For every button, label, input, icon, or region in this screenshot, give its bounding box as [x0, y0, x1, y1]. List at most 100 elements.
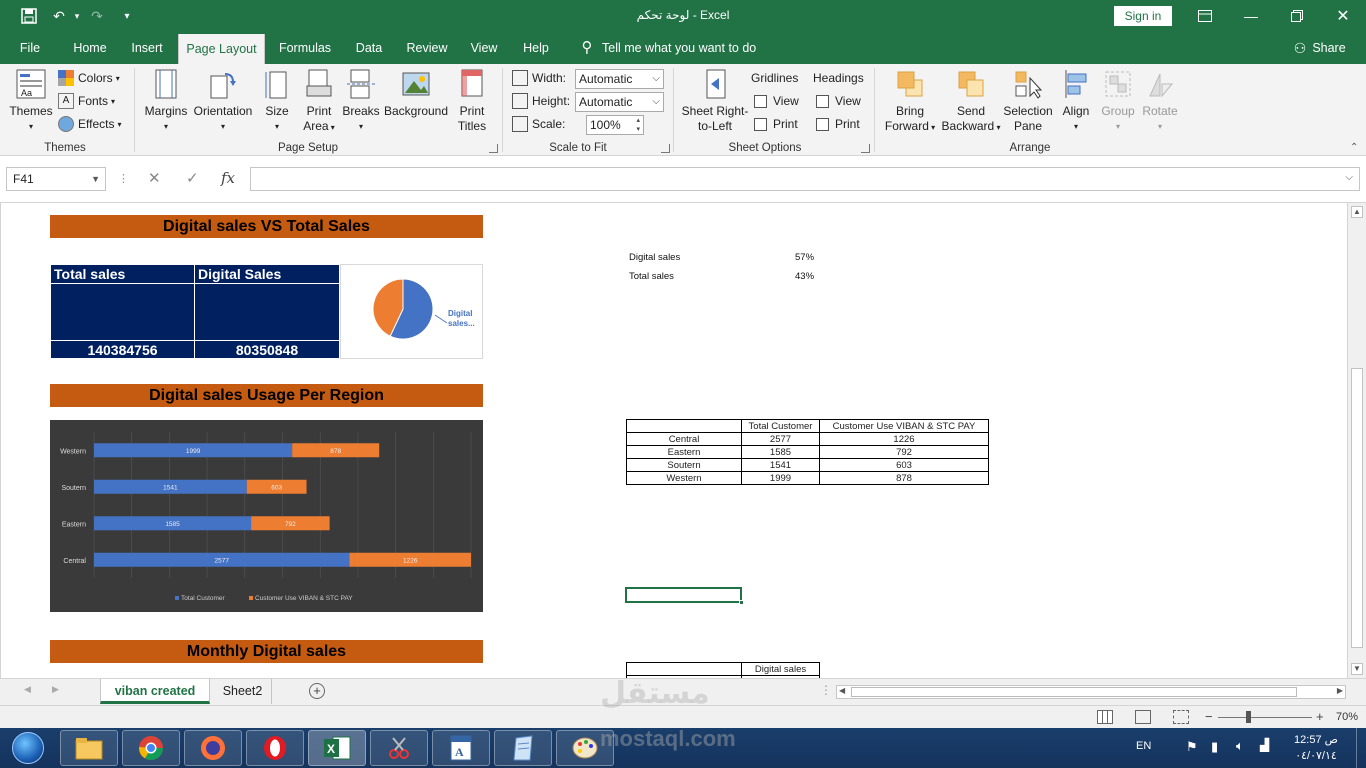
tab-file[interactable]: File	[8, 32, 52, 64]
clock-time[interactable]: 12:57 ص	[1290, 733, 1342, 746]
tab-help[interactable]: Help	[514, 32, 558, 64]
headings-print-checkbox[interactable]: Print	[816, 115, 860, 133]
width-dropdown[interactable]: Automatic ⌵	[575, 69, 664, 89]
table-cell[interactable]: 1999	[741, 471, 820, 485]
sheet-tab-viban-created[interactable]: viban created	[100, 679, 210, 704]
legend-label[interactable]: Total Customer	[181, 595, 226, 602]
taskbar-excel[interactable]: X	[308, 730, 366, 766]
sheet-tab-sheet2[interactable]: Sheet2	[214, 679, 272, 704]
input-language[interactable]: EN	[1136, 740, 1151, 752]
spinner-arrows-icon[interactable]: ▴ ▾	[636, 116, 640, 134]
gridlines-view-checkbox[interactable]: View	[754, 92, 799, 110]
tab-insert[interactable]: Insert	[124, 32, 170, 64]
table-cell[interactable]: 792	[819, 445, 989, 459]
scroll-down-icon[interactable]: ▼	[1351, 663, 1363, 675]
cancel-icon[interactable]: ✕	[148, 169, 161, 187]
tab-formulas[interactable]: Formulas	[272, 32, 338, 64]
prev-sheet-icon[interactable]: ◀	[24, 684, 31, 695]
group-button[interactable]: Group ▾	[1098, 68, 1138, 134]
share-button[interactable]: Share	[1310, 32, 1348, 64]
align-button[interactable]: Align ▾	[1058, 68, 1094, 134]
show-desktop-button[interactable]	[1356, 728, 1366, 768]
vertical-scrollbar[interactable]: ▲ ▼	[1347, 203, 1366, 678]
table-header-cell[interactable]	[626, 419, 742, 433]
normal-view-icon[interactable]	[1097, 710, 1113, 724]
zoom-level[interactable]: 70%	[1336, 711, 1358, 723]
selection-pane-button[interactable]: Selection Pane	[1002, 68, 1054, 134]
headings-view-checkbox[interactable]: View	[816, 92, 861, 110]
chevron-down-icon[interactable]: ▼	[91, 168, 100, 190]
scroll-up-icon[interactable]: ▲	[1351, 206, 1363, 218]
worksheet[interactable]: Digital sales VS Total Sales Total sales…	[0, 203, 1347, 678]
table-cell[interactable]: Central	[626, 432, 742, 446]
taskbar-snipping-tool[interactable]	[370, 730, 428, 766]
zoom-slider-thumb[interactable]	[1246, 711, 1251, 723]
next-sheet-icon[interactable]: ▶	[52, 684, 59, 695]
volume-icon[interactable]: 🔈︎	[1236, 738, 1244, 754]
add-sheet-icon[interactable]: +	[309, 683, 325, 699]
selected-cell[interactable]	[625, 587, 744, 605]
table-cell[interactable]: 2577	[741, 432, 820, 446]
tab-page-layout[interactable]: Page Layout	[178, 34, 265, 64]
sign-in-button[interactable]: Sign in	[1114, 6, 1172, 26]
scroll-left-icon[interactable]: ◀	[839, 686, 845, 695]
background-button[interactable]: Background	[382, 68, 450, 119]
action-center-flag-icon[interactable]: ⚑	[1186, 739, 1198, 755]
table-header-cell[interactable]	[626, 662, 742, 676]
taskbar-chrome[interactable]	[122, 730, 180, 766]
table-cell[interactable]: 1585	[741, 445, 820, 459]
ribbon-display-icon[interactable]	[1182, 0, 1228, 32]
zoom-out-icon[interactable]: −	[1205, 709, 1213, 724]
table-cell[interactable]: 1541	[741, 458, 820, 472]
colors-button[interactable]: Colors ▾	[58, 68, 120, 88]
drag-handle-icon[interactable]: ⋮	[118, 172, 129, 185]
page-setup-launcher-icon[interactable]	[489, 144, 498, 153]
minimize-icon[interactable]: —	[1228, 0, 1274, 32]
themes-button[interactable]: Aa Themes ▾	[8, 68, 54, 134]
insert-function-icon[interactable]: fx	[221, 169, 235, 187]
margins-button[interactable]: Margins ▾	[142, 68, 190, 134]
breaks-button[interactable]: Breaks ▾	[342, 68, 380, 134]
table-cell[interactable]: Soutern	[626, 458, 742, 472]
table-cell[interactable]: 603	[819, 458, 989, 472]
fill-handle[interactable]	[739, 600, 744, 605]
size-button[interactable]: Size ▾	[262, 68, 292, 134]
taskbar-firefox[interactable]	[184, 730, 242, 766]
table-cell[interactable]: 878	[819, 471, 989, 485]
horizontal-scrollbar[interactable]: ◀ ▶	[836, 685, 1346, 699]
tab-view[interactable]: View	[462, 32, 506, 64]
effects-button[interactable]: Effects ▾	[58, 114, 121, 134]
tell-me-search[interactable]: Tell me what you want to do	[602, 32, 762, 64]
scale-spinner[interactable]: 100% ▴ ▾	[586, 115, 644, 135]
region-bar-chart[interactable]: Western 1999 878 Soutern 1541 603 Eastern 1585 7…	[50, 420, 483, 612]
taskbar-notepad[interactable]	[494, 730, 552, 766]
bring-forward-button[interactable]: Bring Forward ▾	[882, 68, 938, 135]
table-header-cell[interactable]: Customer Use VIBAN & STC PAY	[819, 419, 989, 433]
print-area-button[interactable]: Print Area ▾	[300, 68, 338, 135]
taskbar-opera[interactable]	[246, 730, 304, 766]
fonts-button[interactable]: A Fonts ▾	[58, 91, 115, 111]
table-header-cell[interactable]: Total Customer	[741, 419, 820, 433]
clock-date[interactable]: ٠٤/٠٧/١٤	[1290, 749, 1342, 762]
horizontal-scroll-thumb[interactable]	[851, 687, 1297, 697]
expand-formula-icon[interactable]: ⌵	[1345, 172, 1353, 183]
height-dropdown[interactable]: Automatic ⌵	[575, 92, 664, 112]
table-cell[interactable]: 1226	[819, 432, 989, 446]
vertical-scroll-thumb[interactable]	[1351, 368, 1363, 648]
rotate-button[interactable]: Rotate ▾	[1140, 68, 1180, 134]
close-icon[interactable]: ✕	[1320, 0, 1366, 32]
start-button[interactable]	[4, 730, 52, 766]
print-titles-button[interactable]: Print Titles	[452, 68, 492, 134]
name-box[interactable]: F41 ▼	[6, 167, 106, 191]
scroll-right-icon[interactable]: ▶	[1337, 686, 1343, 695]
tab-split-handle-icon[interactable]: ⋮	[820, 683, 832, 697]
pie-chart[interactable]: Digital sales...	[340, 264, 483, 359]
taskbar-explorer[interactable]	[60, 730, 118, 766]
enter-icon[interactable]: ✓	[186, 169, 199, 187]
legend-label[interactable]: Customer Use VIBAN & STC PAY	[255, 595, 353, 602]
zoom-slider-track[interactable]	[1218, 717, 1312, 718]
page-break-view-icon[interactable]	[1173, 710, 1189, 724]
send-backward-button[interactable]: Send Backward ▾	[940, 68, 1002, 135]
taskbar-wordpad[interactable]: A	[432, 730, 490, 766]
zoom-in-icon[interactable]: +	[1316, 709, 1324, 724]
